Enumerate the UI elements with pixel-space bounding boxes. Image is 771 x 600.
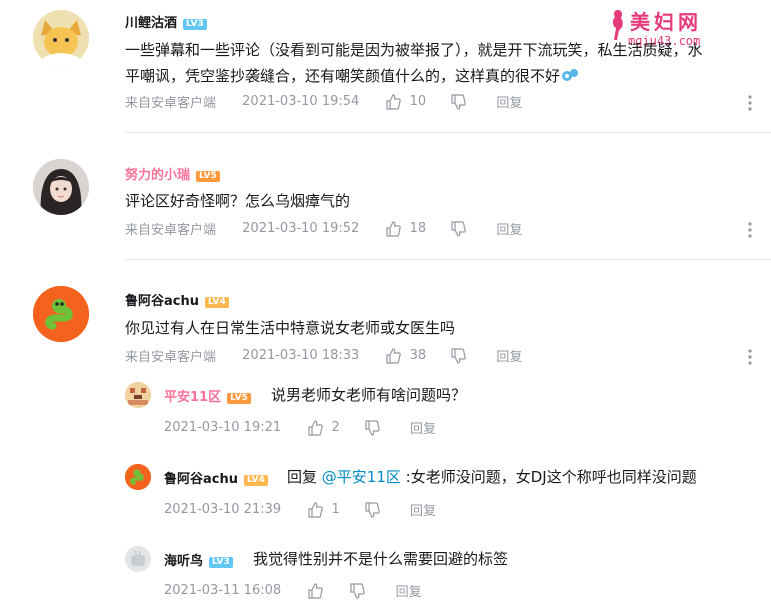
- reply-button[interactable]: 回复: [496, 92, 522, 111]
- reply-avatar[interactable]: [125, 464, 151, 490]
- reply-text: 回复 @平安11区 :女老师没问题，女DJ这个称呼也同样没问题: [287, 468, 697, 486]
- watermark-title: 美妇网: [630, 10, 702, 34]
- thumbs-down-icon: [451, 93, 467, 110]
- reply-button[interactable]: 回复: [496, 219, 522, 238]
- comment-meta: 来自安卓客户端 2021-03-10 18:33 38 回复: [125, 346, 522, 366]
- default-tv-avatar-icon: [125, 546, 151, 572]
- like-button[interactable]: 38: [385, 347, 427, 364]
- reply-text: 我觉得性别并不是什么需要回避的标签: [253, 550, 509, 568]
- like-button[interactable]: [307, 582, 324, 599]
- reply-avatar[interactable]: [125, 546, 151, 572]
- green-snake-avatar-icon: [33, 286, 89, 342]
- girl-photo-avatar-icon: [33, 159, 89, 215]
- dislike-button[interactable]: [364, 501, 380, 518]
- like-count: 1: [331, 502, 340, 517]
- reply-username[interactable]: 海听鸟 LV3: [164, 550, 233, 569]
- reply-button[interactable]: 回复: [396, 581, 422, 600]
- username[interactable]: 努力的小瑞 LV5: [125, 164, 220, 183]
- timestamp: 2021-03-10 18:33: [242, 348, 360, 363]
- client-source: 来自安卓客户端: [125, 96, 217, 111]
- comment-text: 一些弹幕和一些评论（没看到可能是因为被举报了），就是开下流玩笑，私生活质疑，水 …: [125, 41, 703, 85]
- client-source: 来自安卓客户端: [125, 350, 217, 365]
- comment-meta: 来自安卓客户端 2021-03-10 19:54 10 回复: [125, 92, 522, 112]
- cartoon-fox-avatar-icon: [33, 10, 89, 66]
- user-avatar[interactable]: [33, 159, 89, 215]
- comment-divider: [125, 132, 771, 133]
- thumbs-down-icon: [451, 220, 467, 237]
- thumbs-up-icon: [386, 93, 402, 110]
- reply-username[interactable]: 平安11区 LV5: [164, 386, 251, 405]
- level-badge: LV5: [227, 393, 251, 404]
- like-count: 2: [331, 420, 340, 435]
- level-badge: LV5: [196, 171, 220, 182]
- more-options-icon[interactable]: [745, 348, 755, 366]
- reply-text: 说男老师女老师有啥问题吗？: [271, 386, 467, 404]
- thumbs-up-icon: [308, 419, 324, 436]
- comment-meta: 来自安卓客户端 2021-03-10 19:52 18 回复: [125, 219, 522, 239]
- like-button[interactable]: 1: [307, 501, 340, 518]
- reply-avatar[interactable]: [125, 382, 151, 408]
- timestamp: 2021-03-10 19:21: [164, 420, 282, 435]
- reply-username[interactable]: 鲁阿谷achu LV4: [164, 468, 268, 487]
- reply-meta: 2021-03-11 16:08 回复: [164, 581, 422, 600]
- green-snake-avatar-icon: [125, 464, 151, 490]
- thumbs-down-icon: [350, 582, 366, 599]
- level-badge: LV3: [183, 19, 207, 30]
- thumbs-up-icon: [308, 501, 324, 518]
- more-options-icon[interactable]: [745, 94, 755, 112]
- like-button[interactable]: 18: [385, 220, 427, 237]
- reply-button[interactable]: 回复: [410, 418, 436, 437]
- timestamp: 2021-03-10 21:39: [164, 502, 282, 517]
- mention-link[interactable]: @平安11区: [322, 468, 401, 486]
- timestamp: 2021-03-10 19:52: [242, 221, 360, 236]
- reply-button[interactable]: 回复: [410, 500, 436, 519]
- like-count: 10: [409, 94, 427, 109]
- username[interactable]: 川鲤沽酒 LV3: [125, 12, 207, 31]
- dislike-button[interactable]: [450, 347, 467, 364]
- dislike-button[interactable]: [450, 93, 467, 110]
- like-button[interactable]: 2: [307, 419, 340, 436]
- like-button[interactable]: 10: [385, 93, 427, 110]
- level-badge: LV4: [205, 297, 229, 308]
- dislike-button[interactable]: [364, 419, 380, 436]
- user-avatar[interactable]: [33, 10, 89, 66]
- timestamp: 2021-03-10 19:54: [242, 94, 360, 109]
- reply-meta: 2021-03-10 19:21 2 回复: [164, 418, 436, 437]
- user-avatar[interactable]: [33, 286, 89, 342]
- thumbs-up-icon: [386, 347, 402, 364]
- tear-emoji-icon: [562, 69, 579, 81]
- pixel-avatar-icon: [125, 382, 151, 408]
- level-badge: LV4: [244, 475, 268, 486]
- more-options-icon[interactable]: [745, 221, 755, 239]
- dislike-button[interactable]: [450, 220, 467, 237]
- reply-meta: 2021-03-10 21:39 1 回复: [164, 500, 436, 519]
- comment-divider: [125, 259, 771, 260]
- comment-text: 评论区好奇怪啊？怎么乌烟瘴气的: [125, 192, 351, 210]
- like-count: 18: [409, 221, 427, 236]
- thumbs-down-icon: [365, 419, 380, 436]
- level-badge: LV3: [209, 557, 233, 568]
- reply-button[interactable]: 回复: [496, 346, 522, 365]
- thumbs-down-icon: [365, 501, 380, 518]
- like-count: 38: [409, 348, 427, 363]
- client-source: 来自安卓客户端: [125, 223, 217, 238]
- username[interactable]: 鲁阿谷achu LV4: [125, 290, 229, 309]
- comment-text: 你见过有人在日常生活中特意说女老师或女医生吗: [125, 319, 456, 337]
- thumbs-down-icon: [451, 347, 467, 364]
- dislike-button[interactable]: [349, 582, 366, 599]
- thumbs-up-icon: [308, 582, 324, 599]
- thumbs-up-icon: [386, 220, 402, 237]
- timestamp: 2021-03-11 16:08: [164, 583, 282, 598]
